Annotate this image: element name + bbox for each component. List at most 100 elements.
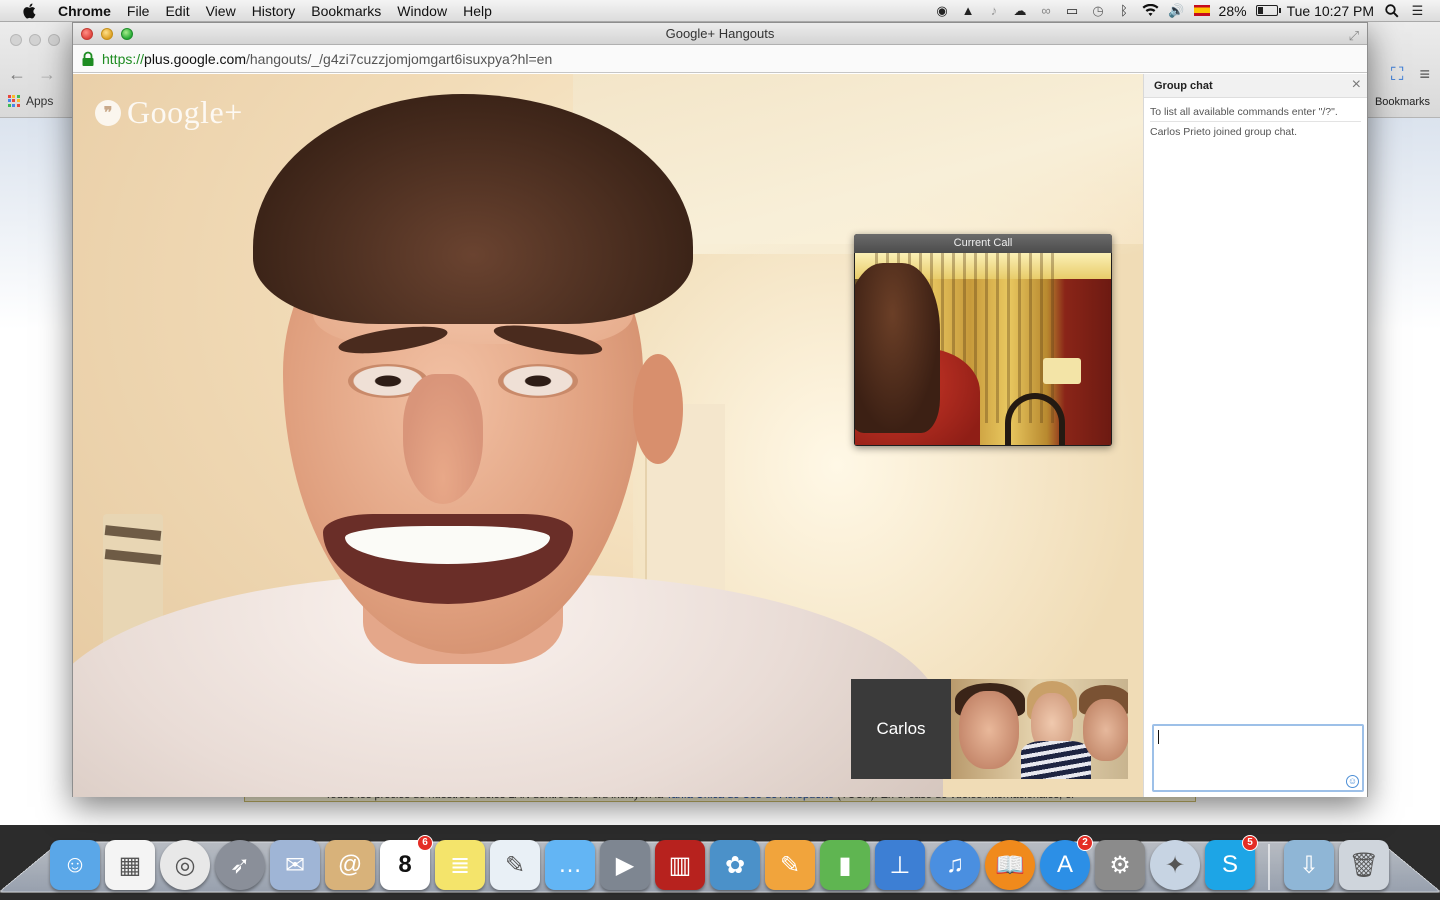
- close-chat-icon[interactable]: ×: [1352, 76, 1361, 94]
- dock-keynote-icon[interactable]: ⊥: [875, 840, 925, 890]
- participant-video-thumbnail[interactable]: [951, 679, 1128, 779]
- messages-glyph: …: [558, 851, 582, 878]
- dock-pages-icon[interactable]: ✎: [765, 840, 815, 890]
- menu-history[interactable]: History: [244, 3, 304, 19]
- group-chat-header: Group chat ×: [1144, 74, 1367, 98]
- dock-launchpad-grid-icon[interactable]: ▦: [105, 840, 155, 890]
- system-preferences-glyph: ⚙: [1109, 851, 1131, 879]
- itunes-glyph: ♫: [946, 851, 964, 878]
- drive-icon[interactable]: ▲: [960, 3, 977, 18]
- notification-icon[interactable]: ♪: [986, 3, 1003, 18]
- menu-help[interactable]: Help: [455, 3, 500, 19]
- dock-trash-icon[interactable]: 🗑: [1339, 840, 1389, 890]
- current-call-video: [855, 253, 1111, 445]
- safari-glyph: ✦: [1164, 851, 1186, 879]
- dock-numbers-icon[interactable]: ▮: [820, 840, 870, 890]
- dock-rocket-icon[interactable]: ➶: [215, 840, 265, 890]
- current-call-preview[interactable]: Current Call: [854, 234, 1112, 446]
- main-video-feed[interactable]: ❞ Google+ Current Call Carlos: [73, 74, 1143, 797]
- dock-itunes-icon[interactable]: ♫: [930, 840, 980, 890]
- video-person-ear: [633, 354, 683, 464]
- volume-icon[interactable]: 🔊: [1168, 3, 1185, 18]
- menu-bookmarks[interactable]: Bookmarks: [303, 3, 389, 19]
- creative-cloud-icon[interactable]: ∞: [1038, 3, 1055, 18]
- wifi-icon[interactable]: [1142, 4, 1159, 18]
- iphoto-glyph: ✿: [724, 851, 746, 879]
- minimize-button[interactable]: [101, 28, 113, 40]
- zoom-dot[interactable]: [48, 34, 60, 46]
- participant-strip: Carlos: [851, 679, 1128, 779]
- other-bookmarks[interactable]: Bookmarks: [1375, 96, 1430, 108]
- dock-facetime-icon[interactable]: ▶: [600, 840, 650, 890]
- battery-icon[interactable]: [1255, 5, 1281, 16]
- menu-edit[interactable]: Edit: [157, 3, 197, 19]
- background-nav: ← →: [8, 64, 56, 85]
- airplay-icon[interactable]: ▭: [1064, 3, 1081, 18]
- dock-contacts-icon[interactable]: @: [325, 840, 375, 890]
- dock-messages-icon[interactable]: …: [545, 840, 595, 890]
- apple-icon[interactable]: [20, 3, 38, 19]
- dock-chrome-icon[interactable]: ◎: [160, 840, 210, 890]
- dock-safari-icon[interactable]: ✦: [1150, 840, 1200, 890]
- cast-icon[interactable]: ⛶: [1391, 64, 1404, 85]
- dock-maps-icon[interactable]: ✎: [490, 840, 540, 890]
- fullscreen-icon[interactable]: ⤢: [1349, 25, 1359, 47]
- spotlight-search-icon[interactable]: [1383, 3, 1400, 18]
- calendar-glyph: 8: [398, 851, 412, 878]
- video-person-teeth: [345, 526, 550, 564]
- dock-app-store-icon[interactable]: A2: [1040, 835, 1093, 890]
- notification-center-icon[interactable]: ☰: [1409, 3, 1426, 18]
- menu-app-chrome[interactable]: Chrome: [50, 3, 119, 19]
- clock[interactable]: Tue 10:27 PM: [1287, 3, 1374, 19]
- back-arrow-icon[interactable]: ←: [8, 64, 26, 85]
- spain-flag-icon[interactable]: [1193, 5, 1210, 16]
- window-title: Google+ Hangouts: [665, 26, 775, 41]
- cloud-icon[interactable]: ☁: [1012, 3, 1029, 18]
- bluetooth-icon[interactable]: ᛒ: [1116, 3, 1133, 18]
- dock-calendar-icon[interactable]: 86: [380, 835, 433, 890]
- dock-stickies-icon[interactable]: ≣: [435, 840, 485, 890]
- dock-downloads-folder-icon[interactable]: ⇩: [1284, 840, 1334, 890]
- keynote-glyph: ⊥: [889, 851, 911, 879]
- ibooks-glyph: 📖: [995, 851, 1025, 879]
- time-machine-icon[interactable]: ◷: [1090, 3, 1107, 18]
- dock-photo-booth-icon[interactable]: ▥: [655, 840, 705, 890]
- dock-iphoto-icon[interactable]: ✿: [710, 840, 760, 890]
- window-titlebar[interactable]: Google+ Hangouts ⤢: [73, 23, 1367, 45]
- hangout-body: ❞ Google+ Current Call Carlos Group chat…: [73, 74, 1367, 797]
- participant-name-tile[interactable]: Carlos: [851, 679, 951, 779]
- close-button[interactable]: [81, 28, 93, 40]
- evernote-icon[interactable]: ◉: [934, 3, 951, 18]
- skype-glyph: S: [1221, 851, 1238, 878]
- app-store-glyph: A: [1056, 851, 1073, 878]
- url-scheme: https://: [102, 50, 145, 67]
- rocket-glyph: ➶: [229, 851, 251, 879]
- hangouts-window: Google+ Hangouts ⤢ https://plus.google.c…: [72, 22, 1368, 797]
- apps-shortcut[interactable]: Apps: [8, 94, 53, 108]
- emoji-icon[interactable]: ☺: [1346, 775, 1359, 788]
- dock-ibooks-icon[interactable]: 📖: [985, 840, 1035, 890]
- background-window-controls: [10, 34, 60, 46]
- dock-finder-icon[interactable]: ☺: [50, 840, 100, 890]
- zoom-button[interactable]: [121, 28, 133, 40]
- maps-glyph: ✎: [504, 851, 526, 879]
- preview-stamp-glyph: ✉: [284, 851, 306, 879]
- stickies-glyph: ≣: [449, 851, 471, 879]
- chat-input[interactable]: ☺: [1152, 724, 1364, 792]
- forward-arrow-icon[interactable]: →: [38, 64, 56, 85]
- dock-skype-icon[interactable]: S5: [1205, 835, 1258, 890]
- chat-messages: To list all available commands enter "/?…: [1144, 100, 1367, 141]
- menu-file[interactable]: File: [119, 3, 158, 19]
- address-bar[interactable]: https://plus.google.com/hangouts/_/g4zi7…: [73, 45, 1367, 73]
- facetime-glyph: ▶: [615, 851, 635, 879]
- close-dot[interactable]: [10, 34, 22, 46]
- menu-view[interactable]: View: [198, 3, 244, 19]
- dock-preview-stamp-icon[interactable]: ✉: [270, 840, 320, 890]
- apps-label: Apps: [26, 94, 54, 108]
- background-toolbar-right: ⛶ ≡: [1391, 64, 1430, 85]
- menu-window[interactable]: Window: [389, 3, 455, 19]
- dock-system-preferences-icon[interactable]: ⚙: [1095, 840, 1145, 890]
- minimize-dot[interactable]: [29, 34, 41, 46]
- trash-glyph: 🗑: [1348, 851, 1380, 879]
- chrome-menu-icon[interactable]: ≡: [1419, 64, 1430, 85]
